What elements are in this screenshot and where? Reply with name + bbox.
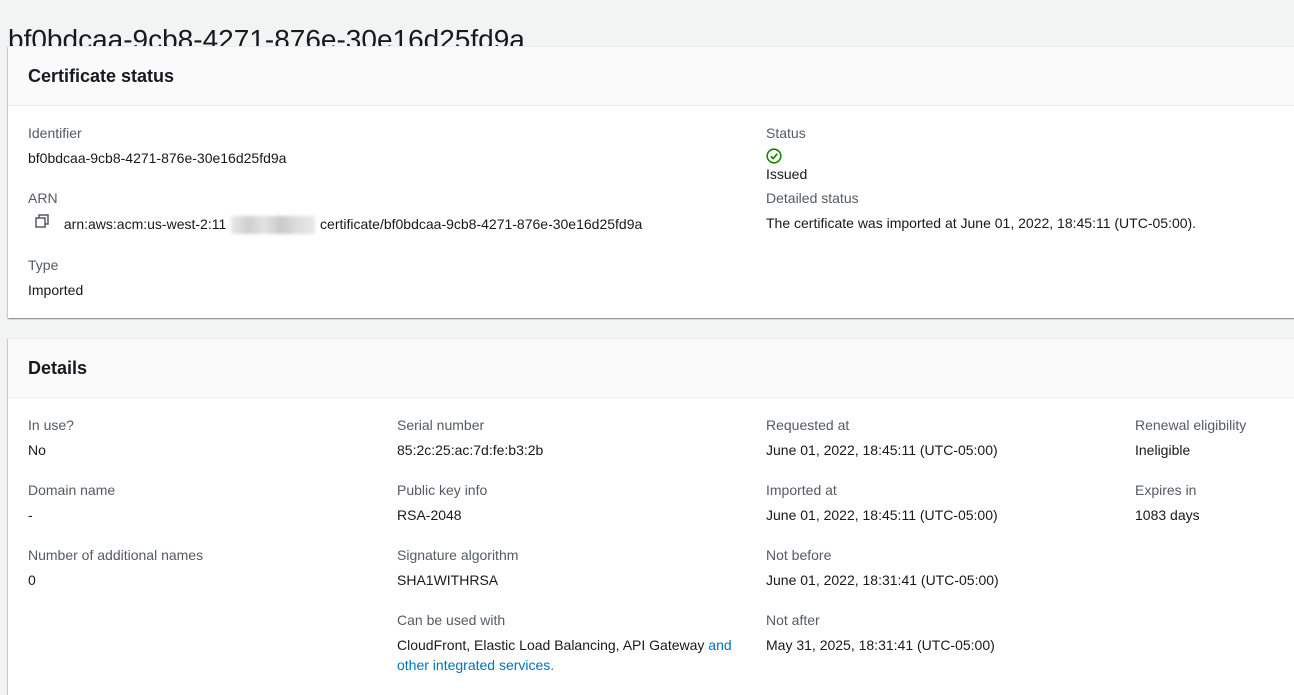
- public-key-info-field: Public key info RSA-2048: [397, 480, 487, 525]
- expires-in-value: 1083 days: [1135, 507, 1200, 523]
- type-label: Type: [28, 257, 59, 273]
- expires-in-field: Expires in 1083 days: [1135, 480, 1200, 525]
- detailed-status-field: Detailed status The certificate was impo…: [766, 188, 1196, 233]
- imported-at-field: Imported at June 01, 2022, 18:45:11 (UTC…: [766, 480, 998, 525]
- arn-label: ARN: [28, 190, 58, 206]
- identifier-field: Identifier bf0bdcaa-9cb8-4271-876e-30e16…: [28, 123, 286, 168]
- details-heading: Details: [28, 358, 88, 378]
- requested-at-value: June 01, 2022, 18:45:11 (UTC-05:00): [766, 442, 998, 458]
- public-key-info-value: RSA-2048: [397, 507, 462, 523]
- copy-icon[interactable]: [34, 213, 50, 229]
- can-be-used-with-label: Can be used with: [397, 612, 506, 628]
- not-after-field: Not after May 31, 2025, 18:31:41 (UTC-05…: [766, 610, 995, 655]
- certificate-status-panel: Certificate status Identifier bf0bdcaa-9…: [8, 46, 1294, 318]
- type-field: Type Imported: [28, 255, 83, 300]
- additional-names-label: Number of additional names: [28, 547, 204, 563]
- expires-in-label: Expires in: [1135, 482, 1197, 498]
- details-header: Details: [8, 339, 1294, 398]
- not-before-field: Not before June 01, 2022, 18:31:41 (UTC-…: [766, 545, 999, 590]
- domain-name-value: -: [28, 507, 33, 523]
- domain-name-label: Domain name: [28, 482, 116, 498]
- identifier-value: bf0bdcaa-9cb8-4271-876e-30e16d25fd9a: [28, 150, 287, 166]
- imported-at-value: June 01, 2022, 18:45:11 (UTC-05:00): [766, 507, 998, 523]
- status-value: Issued: [766, 148, 807, 184]
- arn-value: arn:aws:acm:us-west-2:11 certificate/bf0…: [28, 213, 643, 235]
- not-before-value: June 01, 2022, 18:31:41 (UTC-05:00): [766, 572, 999, 588]
- additional-names-field: Number of additional names 0: [28, 545, 203, 590]
- signature-algorithm-field: Signature algorithm SHA1WITHRSA: [397, 545, 518, 590]
- in-use-value: No: [28, 442, 46, 458]
- detailed-status-label: Detailed status: [766, 190, 859, 206]
- signature-algorithm-label: Signature algorithm: [397, 547, 519, 563]
- serial-number-value: 85:2c:25:ac:7d:fe:b3:2b: [397, 442, 544, 458]
- details-panel: Details In use? No Domain name - Number …: [8, 338, 1294, 695]
- check-circle-icon: [766, 148, 807, 164]
- not-after-label: Not after: [766, 612, 820, 628]
- renewal-eligibility-field: Renewal eligibility Ineligible: [1135, 415, 1246, 460]
- in-use-label: In use?: [28, 417, 74, 433]
- arn-field: ARN arn:aws:acm:us-west-2:11 certificate…: [28, 188, 643, 235]
- public-key-info-label: Public key info: [397, 482, 488, 498]
- identifier-label: Identifier: [28, 125, 82, 141]
- requested-at-label: Requested at: [766, 417, 850, 433]
- in-use-field: In use? No: [28, 415, 74, 460]
- domain-name-field: Domain name -: [28, 480, 115, 525]
- detailed-status-value: The certificate was imported at June 01,…: [766, 215, 1197, 231]
- certificate-status-heading: Certificate status: [28, 66, 175, 86]
- status-text: Issued: [766, 166, 808, 182]
- serial-number-label: Serial number: [397, 417, 485, 433]
- additional-names-value: 0: [28, 572, 36, 588]
- can-be-used-with-field: Can be used with CloudFront, Elastic Loa…: [397, 610, 742, 675]
- renewal-eligibility-value: Ineligible: [1135, 442, 1191, 458]
- can-be-used-with-services: CloudFront, Elastic Load Balancing, API …: [397, 637, 709, 653]
- serial-number-field: Serial number 85:2c:25:ac:7d:fe:b3:2b: [397, 415, 543, 460]
- arn-redacted-account: [231, 216, 316, 235]
- renewal-eligibility-label: Renewal eligibility: [1135, 417, 1247, 433]
- signature-algorithm-value: SHA1WITHRSA: [397, 572, 499, 588]
- type-value: Imported: [28, 282, 84, 298]
- requested-at-field: Requested at June 01, 2022, 18:45:11 (UT…: [766, 415, 998, 460]
- certificate-status-header: Certificate status: [8, 47, 1294, 106]
- arn-prefix: arn:aws:acm:us-west-2:11: [63, 216, 227, 232]
- not-after-value: May 31, 2025, 18:31:41 (UTC-05:00): [766, 637, 995, 653]
- status-label: Status: [766, 125, 806, 141]
- status-field: Status Issued: [766, 123, 807, 184]
- imported-at-label: Imported at: [766, 482, 837, 498]
- can-be-used-with-value: CloudFront, Elastic Load Balancing, API …: [397, 635, 742, 675]
- arn-suffix: certificate/bf0bdcaa-9cb8-4271-876e-30e1…: [320, 216, 643, 232]
- not-before-label: Not before: [766, 547, 832, 563]
